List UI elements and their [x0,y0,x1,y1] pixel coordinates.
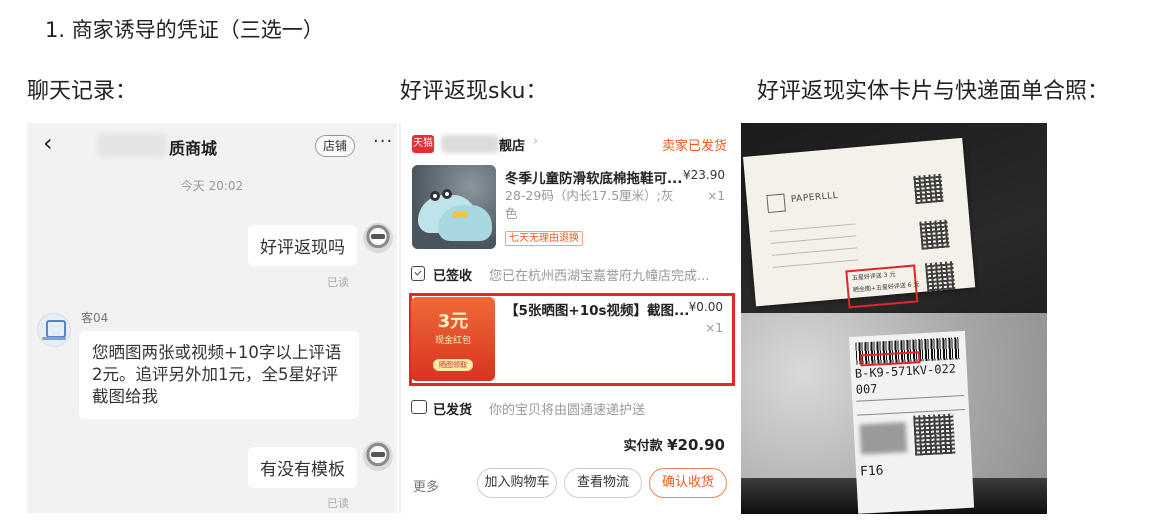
more-link[interactable]: 更多 [413,476,439,495]
tmall-logo: 天猫 [412,135,434,153]
brand-logo-icon [766,193,786,214]
return-policy-badge: 七天无理由退换 [505,231,583,246]
section-label-sku: 好评返现sku： [400,79,548,104]
shipped-text: 你的宝贝将由圆通速递护送 [489,403,646,418]
shipping-waybill: B-K9-571KV-022 007 F16 [849,330,975,514]
order-status: 卖家已发货 [661,139,727,154]
order-screenshot: 天猫 靓店 › 卖家已发货 冬季儿童防滑软底棉拖鞋可... ¥23.90 28-… [399,123,739,513]
redacted-order-shop [441,135,499,153]
slipper-product-image[interactable] [412,165,496,249]
chevron-right-icon: › [533,134,539,149]
shop-avatar [37,313,71,347]
signed-label: 已签收 [433,269,473,284]
more-icon[interactable]: ··· [373,131,393,152]
user-avatar [363,223,393,253]
item-quantity: ×1 [707,189,725,203]
redacted-shop-name [97,133,167,157]
page-heading: 1. 商家诱导的凭证（三选一） [45,18,324,42]
message-bubble-shop: 您晒图两张或视频+10字以上评语2元。追评另外加1元，全5星好评截图给我 [79,331,359,419]
item-spec: 28-29码（内长17.5厘米）;灰色 [505,188,674,221]
red-packet-amount: 3元 [437,311,469,332]
shipped-label: 已发货 [433,403,473,418]
section-label-chat: 聊天记录： [27,79,138,104]
truck-icon [411,400,427,414]
section-label-photo: 好评返现实体卡片与快递面单合照： [757,79,1110,104]
qr-code-icon-3 [924,261,956,292]
red-packet-subtitle: 现金红包 [434,336,471,346]
signed-icon [411,266,425,281]
read-receipt-2: 已读 [327,497,349,510]
item-price-2: ¥0.00 [688,300,723,314]
view-logistics-button[interactable]: 查看物流 [564,468,642,498]
message-bubble-user: 好评返现吗 [248,225,357,266]
item-title-2[interactable]: 【5张晒图+10s视频】截图... [505,299,689,319]
item-title[interactable]: 冬季儿童防滑软底棉拖鞋可... [505,167,682,187]
redacted-address [859,422,908,455]
item-price: ¥23.90 [683,168,725,182]
user-avatar-2 [363,441,393,471]
signed-text: 您已在杭州西湖宝嘉誉府九幢店完成... [489,269,710,284]
confirm-receipt-button[interactable]: 确认收货 [649,468,727,498]
waybill-sort-code: F16 [859,463,884,480]
cashback-card: PAPERLLL 五星好评送 3 元 晒全图+五星好评送 6 元 [743,137,976,309]
add-to-cart-button[interactable]: 加入购物车 [477,468,557,498]
sender-name: 客04 [81,311,109,325]
chat-header: ‹ 质商城 店铺 ··· [27,123,397,167]
order-total: 实付款 ¥20.90 [624,435,725,454]
chat-timestamp: 今天 20:02 [180,179,244,193]
total-value: ¥20.90 [667,436,725,454]
message-bubble-user-2: 有没有模板 [248,447,357,488]
red-packet-image[interactable]: 3元 现金红包 晒图领取 [411,297,495,381]
red-packet-button: 晒图领取 [433,359,473,371]
card-brand: PAPERLLL [790,190,839,205]
waybill-number: 007 [855,381,878,397]
chat-shop-title: 质商城 [169,139,218,158]
total-label: 实付款 [623,439,668,454]
qr-code-icon [913,173,944,205]
card-waybill-photo: PAPERLLL 五星好评送 3 元 晒全图+五星好评送 6 元 B-K9-57… [741,123,1047,514]
shop-button[interactable]: 店铺 [315,135,355,157]
qr-code-icon-2 [919,219,950,250]
chat-screenshot: ‹ 质商城 店铺 ··· 今天 20:02 好评返现吗 已读 客04 您晒图两张… [27,123,397,513]
back-icon[interactable]: ‹ [43,129,53,157]
order-shop-name[interactable]: 靓店 [499,135,525,154]
waybill-qr-icon [913,413,956,456]
item-quantity-2: ×1 [705,321,723,335]
read-receipt: 已读 [327,276,349,289]
